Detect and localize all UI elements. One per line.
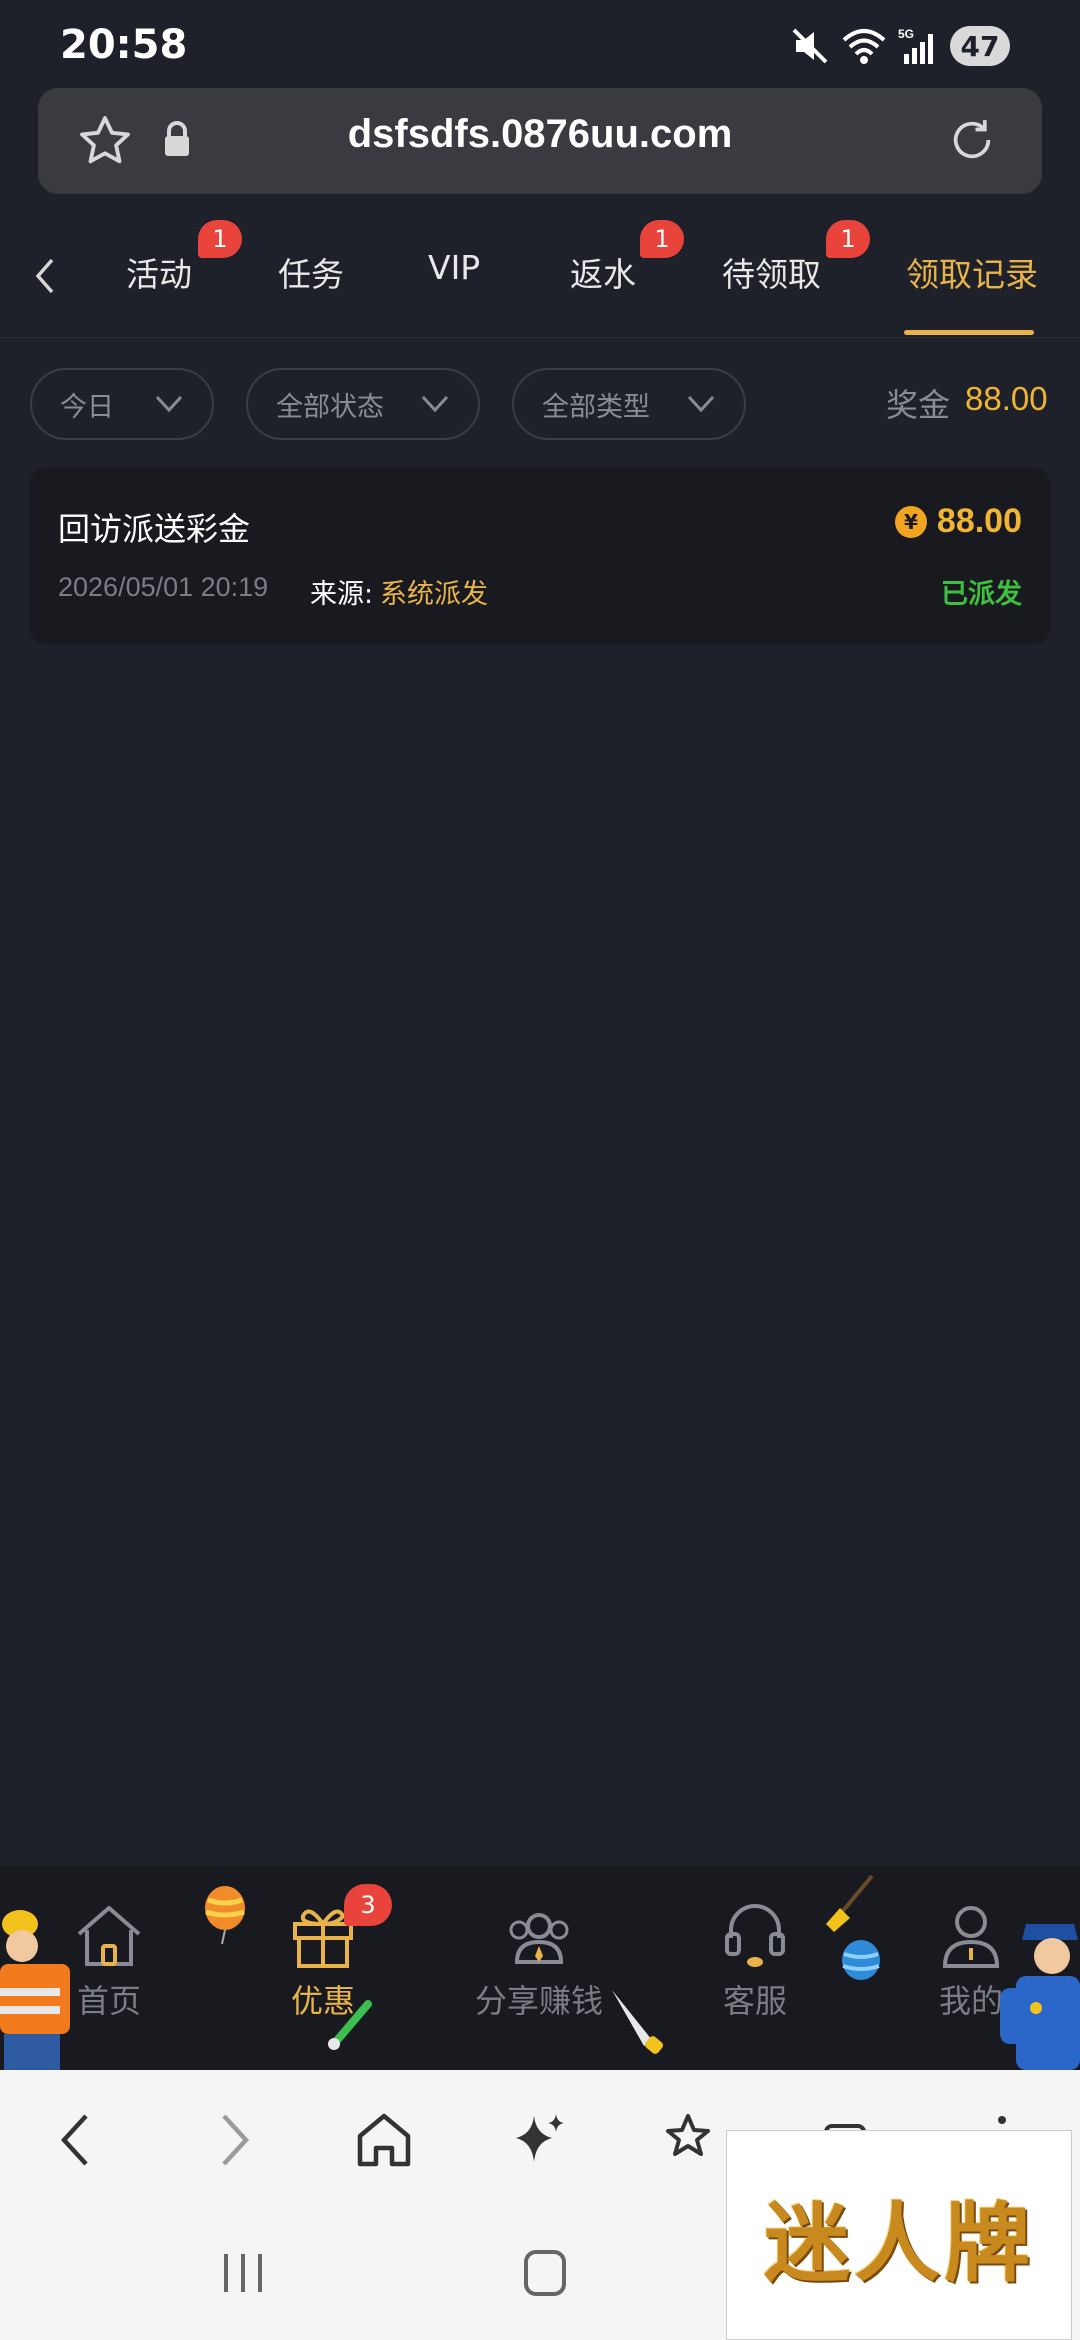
reload-icon[interactable] [944,112,1000,168]
type-filter-label: 全部类型 [542,391,650,423]
bottom-nav: 首页 优惠 3 分享赚钱 客服 我的 [0,1866,1080,2070]
nav-home-label: 首页 [76,1982,141,2020]
home-icon [77,1906,141,1966]
chevron-down-icon [421,395,449,413]
nav-promotions-label: 优惠 [290,1982,355,2020]
type-filter-dropdown[interactable]: 全部类型 [512,368,746,440]
record-card: 回访派送彩金 ¥ 88.00 2026/05/01 20:19 来源: 系统派发… [30,468,1050,644]
browser-home-icon[interactable] [356,2110,412,2170]
system-home-icon[interactable] [522,2248,568,2298]
nav-home[interactable]: 首页 [34,1886,184,2022]
tab-rebate[interactable]: 返水 [570,248,636,296]
tab-tasks[interactable]: 任务 [278,248,344,296]
record-amount: 88.00 [936,502,1022,540]
nav-promotions-badge: 3 [344,1884,392,1926]
tab-claim-records[interactable]: 领取记录 [906,248,1038,296]
bonus-total-value: 88.00 [965,380,1048,417]
bookmarks-icon[interactable] [662,2110,726,2170]
url-text[interactable]: dsfsdfs.0876uu.com [38,112,1042,157]
status-time: 20:58 [60,22,188,68]
saw-deco-icon [612,1990,663,2054]
nav-customer-service-label: 客服 [722,1982,787,2020]
tab-activity-badge: 1 [198,220,242,258]
status-bar: 20:58 5G 47 [0,0,1080,88]
signal-5g-icon: 5G [898,27,933,64]
nav-share-earn-label: 分享赚钱 [474,1982,603,2020]
user-icon [942,1906,1000,1968]
share-users-icon [509,1913,569,1964]
chevron-down-icon [155,395,183,413]
mute-icon [792,28,828,64]
nav-share-earn[interactable]: 分享赚钱 [464,1886,614,2022]
record-title: 回访派送彩金 [58,510,251,548]
active-tab-indicator [904,330,1034,335]
chevron-left-icon[interactable] [30,254,60,298]
police-mascot-icon [1000,1924,1080,2070]
shovel-deco-icon [826,1874,874,1932]
sparkle-icon[interactable] [510,2110,570,2170]
tab-rebate-badge: 1 [640,220,684,258]
status-filter-dropdown[interactable]: 全部状态 [246,368,480,440]
balloon-icon [205,1886,245,1944]
category-tabs: 活动 1 任务 VIP 返水 1 待领取 1 领取记录 [0,212,1080,338]
record-amount-group: ¥ 88.00 [894,502,1022,541]
nav-customer-service[interactable]: 客服 [680,1886,830,2022]
watermark-text: 迷人牌 [764,2192,1034,2294]
status-icons: 5G 47 [790,22,1010,70]
status-filter-label: 全部状态 [276,391,384,423]
date-filter-dropdown[interactable]: 今日 [30,368,214,440]
tab-activity[interactable]: 活动 [126,248,192,296]
tab-vip[interactable]: VIP [428,248,480,287]
date-filter-label: 今日 [60,391,114,423]
recent-apps-icon[interactable] [220,2250,266,2296]
back-arrow-icon[interactable] [56,2110,96,2170]
tab-pending[interactable]: 待领取 [722,248,821,296]
balloon-blue-icon [842,1940,880,1980]
record-source: 系统派发 [380,579,488,610]
forward-arrow-icon[interactable] [214,2110,254,2170]
record-datetime: 2026/05/01 20:19 [58,572,269,602]
record-status: 已派发 [941,579,1022,610]
headset-icon [725,1904,785,1967]
watermark-logo: 迷人牌 [726,2130,1072,2340]
record-source-label: 来源: [310,579,374,610]
bonus-total-label: 奖金 [886,386,951,424]
tab-pending-badge: 1 [826,220,870,258]
chevron-down-icon [687,395,715,413]
coin-icon: ¥ [894,505,927,538]
address-bar[interactable]: dsfsdfs.0876uu.com [38,88,1042,194]
battery-indicator: 47 [950,26,1010,66]
wifi-icon [842,29,886,64]
svg-text:5G: 5G [898,27,914,41]
tool-deco-icon [328,2000,372,2050]
